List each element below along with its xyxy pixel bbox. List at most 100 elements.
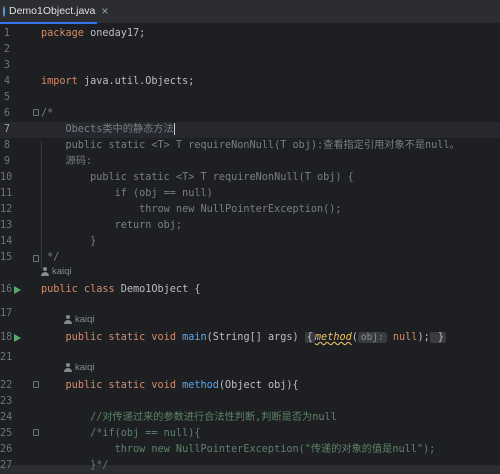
code-line[interactable]: 11 if (obj == null): [0, 186, 500, 202]
line-number: 7: [3, 124, 10, 135]
code-token: (String[] args): [206, 332, 305, 343]
line-number: 1: [3, 28, 10, 39]
code-text: throw new NullPointerException("传递的对象的值是…: [41, 442, 436, 458]
fold-end-icon[interactable]: [33, 255, 39, 262]
code-text: }*/: [41, 458, 108, 474]
code-token: ;: [423, 332, 430, 343]
code-token: /*if(obj == null){: [41, 428, 201, 439]
code-token: }: [41, 236, 97, 247]
author-hint-class: kaiqi: [41, 264, 72, 280]
line-number: 18: [0, 332, 13, 343]
code-text: if (obj == null): [41, 186, 213, 202]
line-number: 24: [0, 412, 13, 423]
code-token: /*: [41, 108, 54, 119]
line-number: 25: [0, 428, 13, 439]
java-class-icon: [3, 5, 5, 17]
code-token: public class: [41, 284, 121, 295]
code-line[interactable]: 9 源码:: [0, 154, 500, 170]
parameter-hint: obj:: [357, 332, 387, 343]
run-gutter-icon[interactable]: [14, 286, 21, 294]
line-number: 17: [0, 308, 13, 319]
line-number: 16: [0, 284, 13, 295]
code-text: public static void method(Object obj){: [41, 378, 299, 394]
code-text: throw new NullPointerException();: [41, 202, 342, 218]
code-line[interactable]: 24 //对传递过来的参数进行合法性判断,判断是否为null: [0, 410, 500, 426]
code-line[interactable]: 14 }: [0, 234, 500, 250]
code-line[interactable]: 8 public static <T> T requireNonNull(T o…: [0, 138, 500, 154]
code-line[interactable]: 26 throw new NullPointerException("传递的对象…: [0, 442, 500, 458]
code-line[interactable]: 21: [0, 350, 500, 366]
code-line[interactable]: 17: [0, 306, 500, 322]
code-token: public static <T> T requireNonNull(T obj…: [41, 172, 354, 183]
code-token: 源码:: [41, 156, 93, 167]
code-text: }: [41, 234, 96, 250]
line-gutter: 3: [0, 58, 56, 74]
code-line[interactable]: 1 package oneday17;: [0, 26, 500, 42]
code-text: public static <T> T requireNonNull(T obj…: [41, 138, 460, 154]
code-text: public class Demo1Object {: [41, 282, 200, 298]
code-token: java.util.Objects;: [83, 76, 195, 87]
line-number: 23: [0, 396, 13, 407]
code-token: Obects类中的静态方法: [41, 124, 174, 135]
code-token: method: [314, 332, 352, 343]
code-token: Demo1Object {: [120, 284, 201, 295]
code-line[interactable]: 10 public static <T> T requireNonNull(T …: [0, 170, 500, 186]
code-line[interactable]: 27 }*/: [0, 458, 500, 474]
run-gutter-icon[interactable]: [14, 334, 21, 342]
tab-demo1object-java[interactable]: Demo1Object.java ×: [0, 0, 108, 24]
code-token: throw new NullPointerException("传递的对象的值是…: [41, 444, 436, 455]
code-editor[interactable]: kaiqi kaiqi kaiqi 1 package oneday17; 2 3 4 i…: [0, 24, 500, 471]
code-token: return obj;: [41, 220, 183, 231]
author-name: kaiqi: [52, 266, 72, 277]
code-text: Obects类中的静态方法: [41, 122, 175, 138]
line-number: 14: [0, 236, 13, 247]
code-token: */: [41, 252, 60, 263]
code-line[interactable]: 23: [0, 394, 500, 410]
fold-icon[interactable]: [33, 429, 39, 436]
fold-icon[interactable]: [33, 381, 39, 388]
folded-code-region[interactable]: }: [429, 332, 446, 343]
line-number: 6: [3, 108, 10, 119]
code-line[interactable]: 25 /*if(obj == null){: [0, 426, 500, 442]
code-token: throw new NullPointerException();: [41, 204, 342, 215]
line-gutter: 2: [0, 42, 56, 58]
code-line[interactable]: 13 return obj;: [0, 218, 500, 234]
line-number: 5: [3, 92, 10, 103]
code-line[interactable]: 12 throw new NullPointerException();: [0, 202, 500, 218]
line-number: 15: [0, 252, 13, 263]
tab-filename: Demo1Object.java: [9, 5, 96, 17]
fold-icon[interactable]: [33, 109, 39, 116]
code-token: package: [41, 28, 91, 39]
code-line[interactable]: 15 */: [0, 250, 500, 266]
line-number: 27: [0, 460, 13, 471]
code-line[interactable]: 5: [0, 90, 500, 106]
line-number: 9: [3, 156, 10, 167]
folded-code-region[interactable]: {: [304, 332, 315, 343]
code-token: oneday17;: [90, 28, 146, 39]
code-token: }*/: [41, 460, 109, 471]
code-token: (: [351, 332, 358, 343]
line-number: 4: [3, 76, 10, 87]
line-number: 12: [0, 204, 13, 215]
code-line[interactable]: 18 public static void main(String[] args…: [0, 330, 500, 346]
close-tab-icon[interactable]: ×: [101, 5, 108, 17]
line-gutter: 23: [0, 394, 56, 410]
line-number: 2: [3, 44, 10, 55]
code-line[interactable]: 6 /*: [0, 106, 500, 122]
code-token: public static void: [65, 380, 183, 391]
code-line[interactable]: 16 public class Demo1Object {: [0, 282, 500, 298]
line-number: 13: [0, 220, 13, 231]
code-line[interactable]: 22 public static void method(Object obj)…: [0, 378, 500, 394]
code-line[interactable]: 3: [0, 58, 500, 74]
code-token: public static void: [65, 332, 183, 343]
code-text: return obj;: [41, 218, 182, 234]
code-token: public static <T> T requireNonNull(T obj…: [41, 140, 460, 151]
code-line[interactable]: 4 import java.util.Objects;: [0, 74, 500, 90]
code-line[interactable]: 7 Obects类中的静态方法: [0, 122, 500, 138]
code-token: import: [41, 76, 84, 87]
code-line[interactable]: 2: [0, 42, 500, 58]
code-token: method: [182, 380, 219, 391]
line-number: 22: [0, 380, 13, 391]
code-text: /*if(obj == null){: [41, 426, 200, 442]
